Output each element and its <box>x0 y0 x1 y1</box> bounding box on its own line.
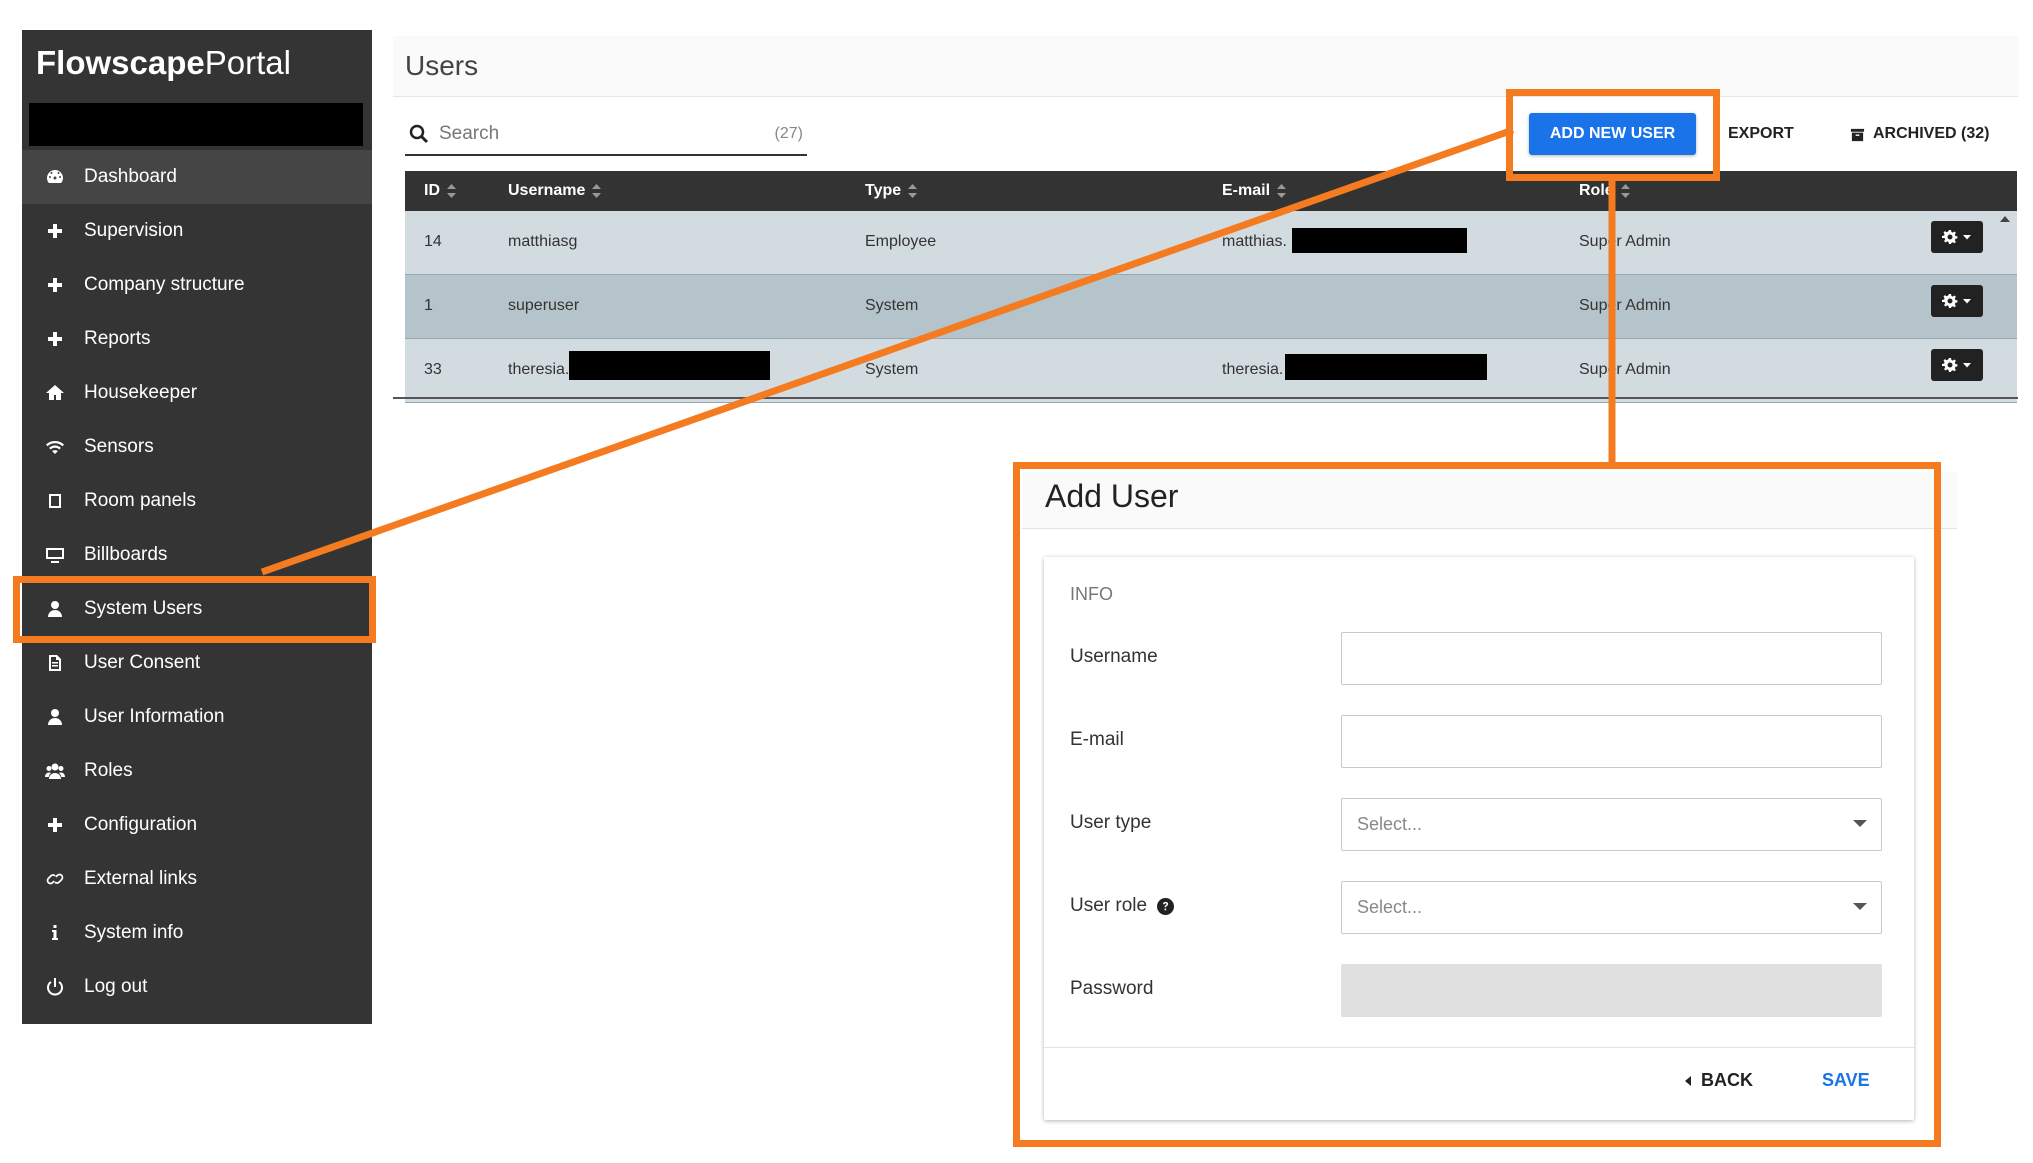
highlight-add-user-panel <box>1013 462 1941 1147</box>
highlight-system-users <box>13 576 376 643</box>
highlight-add-new-user <box>1506 89 1720 181</box>
